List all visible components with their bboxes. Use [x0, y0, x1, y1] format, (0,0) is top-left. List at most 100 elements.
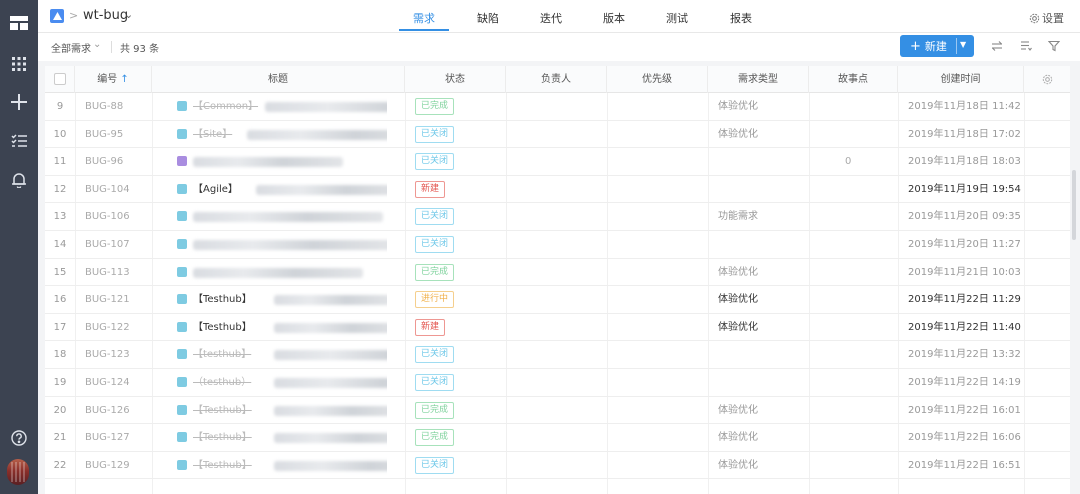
select-all-checkbox[interactable] [54, 73, 66, 85]
table-row[interactable]: 13 BUG-106 已关闭 功能需求 2019年11月20日 09:35 [45, 203, 1070, 231]
issue-key[interactable]: BUG-126 [85, 397, 130, 424]
tab-reports[interactable]: 报表 [716, 10, 766, 26]
avatar[interactable] [7, 459, 29, 485]
apps-grid-icon[interactable] [0, 8, 38, 38]
table-row[interactable]: 14 BUG-107 已关闭 2019年11月20日 11:27 [45, 231, 1070, 259]
issue-key[interactable]: BUG-107 [85, 231, 130, 258]
issue-title[interactable]: 【Common】 [177, 93, 387, 120]
row-index: 18 [53, 349, 67, 361]
issue-title[interactable]: 【Testhub】 [177, 314, 387, 341]
issue-title[interactable]: 【Site】 [177, 121, 387, 148]
issue-key[interactable]: BUG-88 [85, 93, 123, 120]
sort-icon[interactable] [989, 38, 1005, 54]
issue-key[interactable]: BUG-113 [85, 259, 130, 286]
status-badge[interactable]: 已关闭 [415, 125, 455, 143]
table-row[interactable]: 22 BUG-129 【Testhub】 已关闭 体验优化 2019年11月22日 16:… [45, 452, 1070, 480]
filter-dropdown[interactable]: 全部需求 [51, 40, 91, 55]
col-req-type[interactable]: 需求类型 [708, 66, 809, 93]
issue-key[interactable]: BUG-123 [85, 341, 130, 368]
issue-title[interactable] [177, 148, 387, 175]
col-title[interactable]: 标题 [152, 66, 405, 93]
table-row[interactable]: 19 BUG-124 （testhub） 已关闭 2019年11月22日 14:19 [45, 369, 1070, 397]
table-row[interactable]: 9 BUG-88 【Common】 已完成 体验优化 2019年11月18日 11:42 [45, 93, 1070, 121]
status-badge[interactable]: 新建 [415, 180, 446, 198]
issue-key[interactable]: BUG-122 [85, 314, 130, 341]
tab-testing[interactable]: 测试 [652, 10, 702, 26]
issue-title[interactable]: 【Testhub】 [177, 286, 387, 313]
issue-title[interactable]: 【Testhub】 [177, 424, 387, 451]
issue-title[interactable]: 【testhub】 [177, 341, 387, 368]
col-created[interactable]: 创建时间 [898, 66, 1024, 93]
status-badge[interactable]: 已关闭 [415, 374, 455, 391]
bell-icon[interactable] [0, 165, 38, 195]
status-badge[interactable]: 已完成 [415, 429, 455, 447]
issue-key[interactable]: BUG-95 [85, 121, 123, 148]
filter-icon[interactable] [1046, 38, 1062, 54]
redacted-text [193, 212, 383, 223]
issue-title[interactable] [177, 231, 387, 258]
tab-versions[interactable]: 版本 [589, 10, 639, 26]
chevron-down-icon[interactable]: ⌄ [124, 8, 133, 21]
project-name[interactable]: wt-bug [83, 8, 128, 23]
table-row[interactable]: 17 BUG-122 【Testhub】 新建 体验优化 2019年11月22日 11:4… [45, 314, 1070, 342]
column-settings-icon[interactable] [1018, 38, 1034, 54]
table-row[interactable]: 10 BUG-95 【Site】 已关闭 体验优化 2019年11月18日 17:02 [45, 121, 1070, 149]
status-badge[interactable]: 已关闭 [415, 236, 455, 253]
status-badge[interactable]: 已关闭 [415, 346, 455, 364]
chevron-down-icon[interactable]: ⌄ [93, 39, 101, 50]
plus-icon[interactable] [0, 87, 38, 117]
col-story-points[interactable]: 故事点 [809, 66, 898, 93]
issue-key[interactable]: BUG-121 [85, 286, 130, 313]
tab-defects[interactable]: 缺陷 [463, 10, 513, 26]
redacted-text [265, 102, 387, 112]
new-button[interactable]: + 新建 ▼ [900, 35, 974, 57]
table-settings-icon[interactable] [1024, 66, 1070, 93]
issue-title[interactable]: 【Agile】 [177, 176, 387, 203]
table-row[interactable]: 12 BUG-104 【Agile】 新建 2019年11月19日 19:54 [45, 176, 1070, 204]
dots-grid-icon[interactable] [0, 49, 38, 79]
status-badge[interactable]: 已完成 [415, 98, 455, 115]
table-row[interactable]: 15 BUG-113 已完成 体验优化 2019年11月21日 10:03 [45, 259, 1070, 287]
status-badge[interactable]: 已关闭 [415, 153, 455, 171]
status-badge[interactable]: 已关闭 [415, 208, 455, 226]
issue-key[interactable]: BUG-129 [85, 452, 130, 479]
issue-title[interactable]: 【Testhub】 [177, 397, 387, 424]
issue-title[interactable]: （testhub） [177, 369, 387, 396]
table-row[interactable]: 11 BUG-96 已关闭 0 2019年11月18日 18:03 [45, 148, 1070, 176]
sort-asc-icon[interactable]: ↑ [120, 74, 128, 85]
status-badge[interactable]: 已完成 [415, 401, 455, 419]
col-status[interactable]: 状态 [405, 66, 506, 93]
issue-type-icon [177, 404, 187, 415]
col-priority[interactable]: 优先级 [607, 66, 708, 93]
table-row[interactable]: 21 BUG-127 【Testhub】 已完成 体验优化 2019年11月22日 16:… [45, 424, 1070, 452]
status-badge[interactable]: 新建 [415, 318, 446, 336]
created-time: 2019年11月22日 14:19 [908, 377, 1021, 388]
settings-button[interactable]: 设置 [1029, 10, 1064, 26]
table-row[interactable]: 20 BUG-126 【Testhub】 已完成 体验优化 2019年11月22日 16:… [45, 397, 1070, 425]
issue-title[interactable] [177, 203, 387, 230]
issue-key[interactable]: BUG-106 [85, 203, 130, 230]
chevron-down-icon[interactable]: ▼ [960, 40, 966, 49]
status-badge[interactable]: 已关闭 [415, 456, 455, 474]
issue-key[interactable]: BUG-127 [85, 424, 130, 451]
status-badge[interactable]: 进行中 [415, 291, 455, 309]
col-key[interactable]: 编号 ↑ [75, 66, 152, 93]
col-owner[interactable]: 负责人 [506, 66, 607, 93]
issue-key[interactable]: BUG-96 [85, 148, 123, 175]
tab-iterations[interactable]: 迭代 [526, 10, 576, 26]
new-button-label: 新建 [924, 40, 947, 53]
issue-type-icon [177, 377, 187, 387]
title-text: 【Common】 [193, 101, 259, 112]
issue-key[interactable]: BUG-104 [85, 176, 130, 203]
issue-title[interactable] [177, 259, 387, 286]
issue-key[interactable]: BUG-124 [85, 369, 130, 396]
task-list-icon[interactable] [0, 126, 38, 156]
status-badge[interactable]: 已完成 [415, 263, 455, 281]
table-row[interactable]: 18 BUG-123 【testhub】 已关闭 2019年11月22日 13:32 [45, 341, 1070, 369]
title-text: （testhub） [193, 377, 252, 388]
table-row[interactable]: 16 BUG-121 【Testhub】 进行中 体验优化 2019年11月22日 11:… [45, 286, 1070, 314]
tab-requirements[interactable]: 需求 [399, 10, 449, 26]
issue-title[interactable]: 【Testhub】 [177, 452, 387, 479]
scrollbar[interactable] [1072, 170, 1076, 240]
help-icon[interactable] [0, 423, 38, 453]
